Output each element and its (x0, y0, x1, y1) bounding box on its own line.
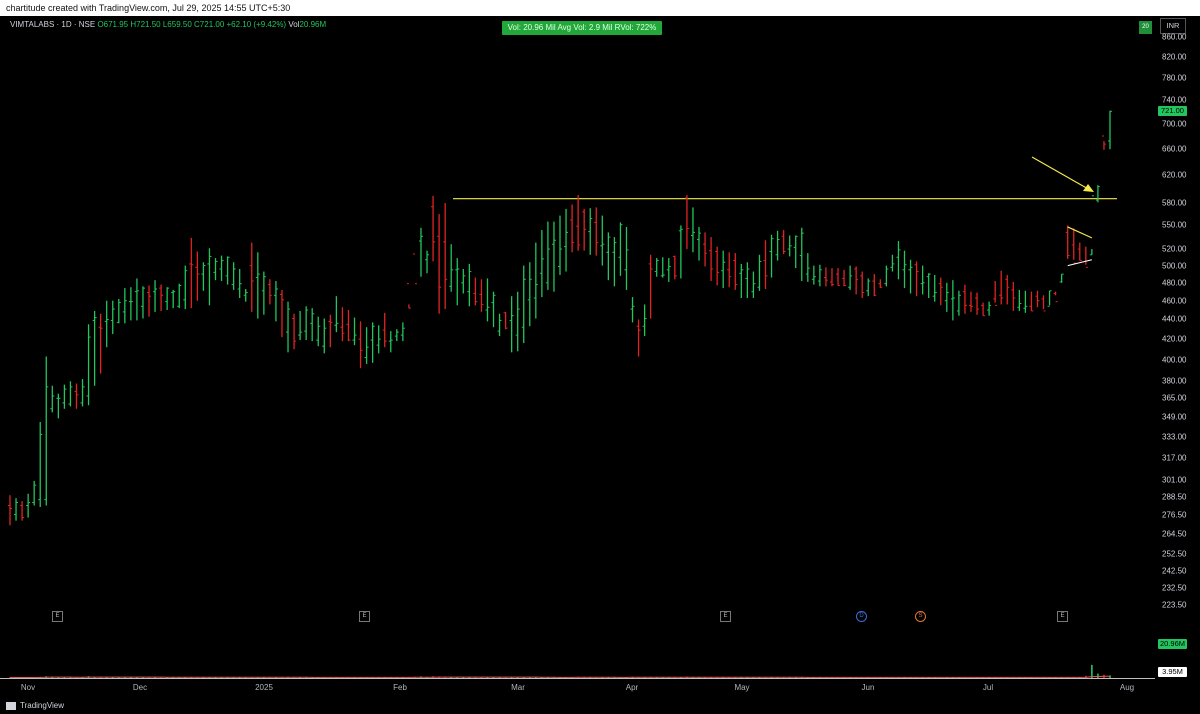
time-tick-label: 2025 (255, 683, 273, 692)
footer-brand: TradingView (20, 701, 65, 710)
price-tick-label: 660.00 (1162, 144, 1187, 154)
earnings-event-icon[interactable]: E (1057, 611, 1068, 622)
price-tick-label: 580.00 (1162, 198, 1187, 208)
time-tick-label: Aug (1119, 683, 1135, 692)
price-tick-label: 232.50 (1162, 583, 1187, 593)
price-tick-label: 420.00 (1162, 334, 1187, 344)
price-tick-label: 440.00 (1162, 314, 1187, 324)
price-tick-label: 480.00 (1162, 278, 1187, 288)
last-volume-tag: 20.96M (1158, 639, 1187, 650)
price-tick-label: 264.50 (1162, 529, 1187, 539)
dividend-split-event-icon[interactable]: D (856, 611, 867, 622)
price-tick-label: 400.00 (1162, 355, 1187, 365)
price-tick-label: 500.00 (1162, 261, 1187, 271)
price-tick-label: 620.00 (1162, 170, 1187, 180)
footer-bar: TradingView (0, 698, 1200, 714)
time-tick-label: Jun (861, 683, 875, 692)
price-tick-label: 301.00 (1162, 475, 1187, 484)
price-tick-label: 223.50 (1162, 600, 1187, 610)
time-tick-label: Apr (625, 683, 639, 692)
price-tick-label: 550.00 (1162, 220, 1187, 230)
dividend-split-event-icon[interactable]: S (915, 611, 926, 622)
earnings-event-icon[interactable]: E (52, 611, 63, 622)
time-tick-label: Dec (132, 683, 148, 692)
average-volume-tag: 3.95M (1158, 667, 1187, 677)
time-tick-label: May (734, 683, 750, 692)
price-chart[interactable] (0, 0, 1200, 714)
volume-average-line (9, 675, 1111, 679)
price-tick-label: 276.50 (1162, 510, 1187, 520)
flag-top-line (1067, 226, 1093, 239)
price-tick-label: 380.00 (1162, 376, 1187, 386)
price-tick-label: 460.00 (1162, 296, 1187, 306)
time-tick-label: Jul (982, 683, 994, 692)
price-tick-label: 520.00 (1162, 244, 1187, 254)
breakout-arrow-shaft (1031, 156, 1091, 191)
price-tick-label: 252.50 (1162, 549, 1187, 559)
price-tick-label: 317.00 (1162, 453, 1187, 463)
price-tick-label: 860.00 (1162, 32, 1187, 42)
tradingview-logo-icon (6, 702, 16, 710)
price-tick-label: 242.50 (1162, 566, 1187, 576)
time-tick-label: Feb (393, 683, 407, 692)
price-tick-label: 820.00 (1162, 52, 1187, 62)
breakout-arrow-head (1083, 184, 1094, 192)
time-tick-label: Mar (511, 683, 525, 692)
price-tick-label: 700.00 (1162, 119, 1187, 129)
price-tick-label: 780.00 (1162, 73, 1187, 83)
price-tick-label: 349.00 (1162, 412, 1187, 422)
price-tick-label: 333.00 (1162, 432, 1187, 442)
earnings-event-icon[interactable]: E (720, 611, 731, 622)
earnings-event-icon[interactable]: E (359, 611, 370, 622)
time-tick-label: Nov (20, 683, 36, 692)
last-price-tag: 721.00 (1158, 106, 1187, 117)
price-tick-label: 288.50 (1162, 492, 1187, 502)
price-tick-label: 740.00 (1162, 95, 1187, 105)
price-tick-label: 365.00 (1162, 393, 1187, 403)
